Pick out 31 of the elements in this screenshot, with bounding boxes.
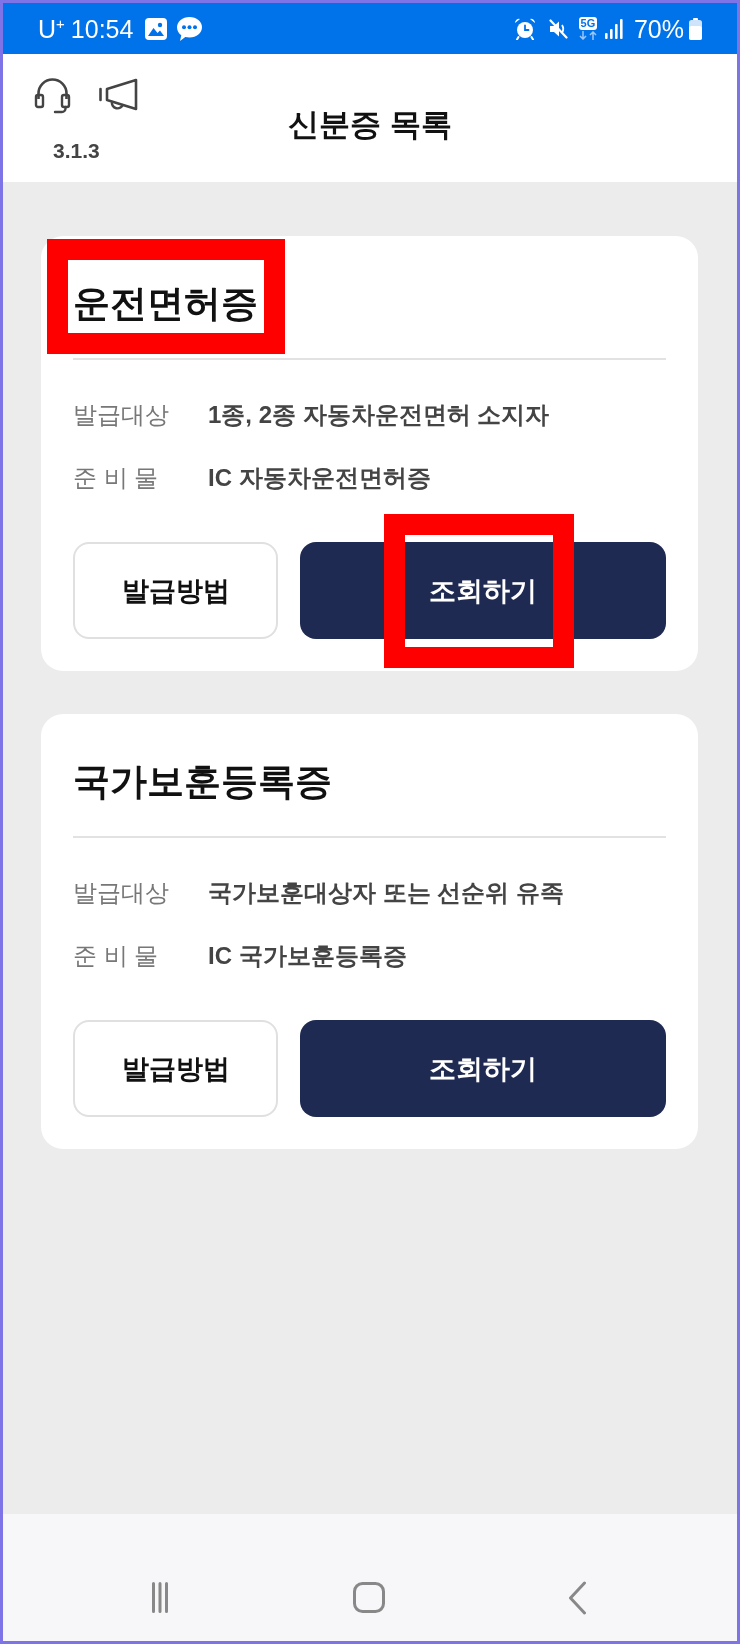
issue-method-button[interactable]: 발급방법 <box>73 542 278 639</box>
detail-label: 발급대상 <box>73 878 170 908</box>
home-icon[interactable] <box>352 1582 385 1613</box>
detail-label: 발급대상 <box>73 400 170 430</box>
detail-value: IC 자동차운전면허증 <box>208 463 431 493</box>
lookup-button[interactable]: 조회하기 <box>300 1020 666 1117</box>
network-type-label: 5G <box>578 17 598 30</box>
detail-value: 국가보훈대상자 또는 선순위 유족 <box>208 878 564 908</box>
carrier-label: U$^{+}$ <box>38 13 65 44</box>
clock-time: 10:54 <box>70 13 134 44</box>
detail-value: IC 국가보훈등록증 <box>208 941 407 971</box>
issue-method-button[interactable]: 발급방법 <box>73 1020 278 1117</box>
chat-bubble-icon <box>176 15 204 42</box>
page-title: 신분증 목록 <box>288 106 452 144</box>
detail-value: 1종, 2종 자동차운전면허 소지자 <box>208 400 550 430</box>
megaphone-icon[interactable] <box>98 78 138 111</box>
alarm-clock-icon <box>513 17 536 40</box>
battery-percentage: 70% <box>633 13 684 44</box>
image-notification-icon <box>145 17 168 40</box>
card-title: 운전면허증 <box>73 282 258 326</box>
signal-bars-icon <box>604 18 623 39</box>
detail-label: 준 비 물 <box>73 941 160 971</box>
headset-icon[interactable] <box>34 75 71 114</box>
recent-apps-icon[interactable] <box>151 1582 168 1613</box>
battery-icon <box>689 17 702 40</box>
detail-label: 준 비 물 <box>73 463 160 493</box>
back-icon[interactable] <box>568 1580 587 1615</box>
muted-speaker-icon <box>547 18 568 39</box>
data-arrows-icon <box>577 31 598 40</box>
version-label: 3.1.3 <box>53 138 100 164</box>
card-title: 국가보훈등록증 <box>73 760 332 804</box>
